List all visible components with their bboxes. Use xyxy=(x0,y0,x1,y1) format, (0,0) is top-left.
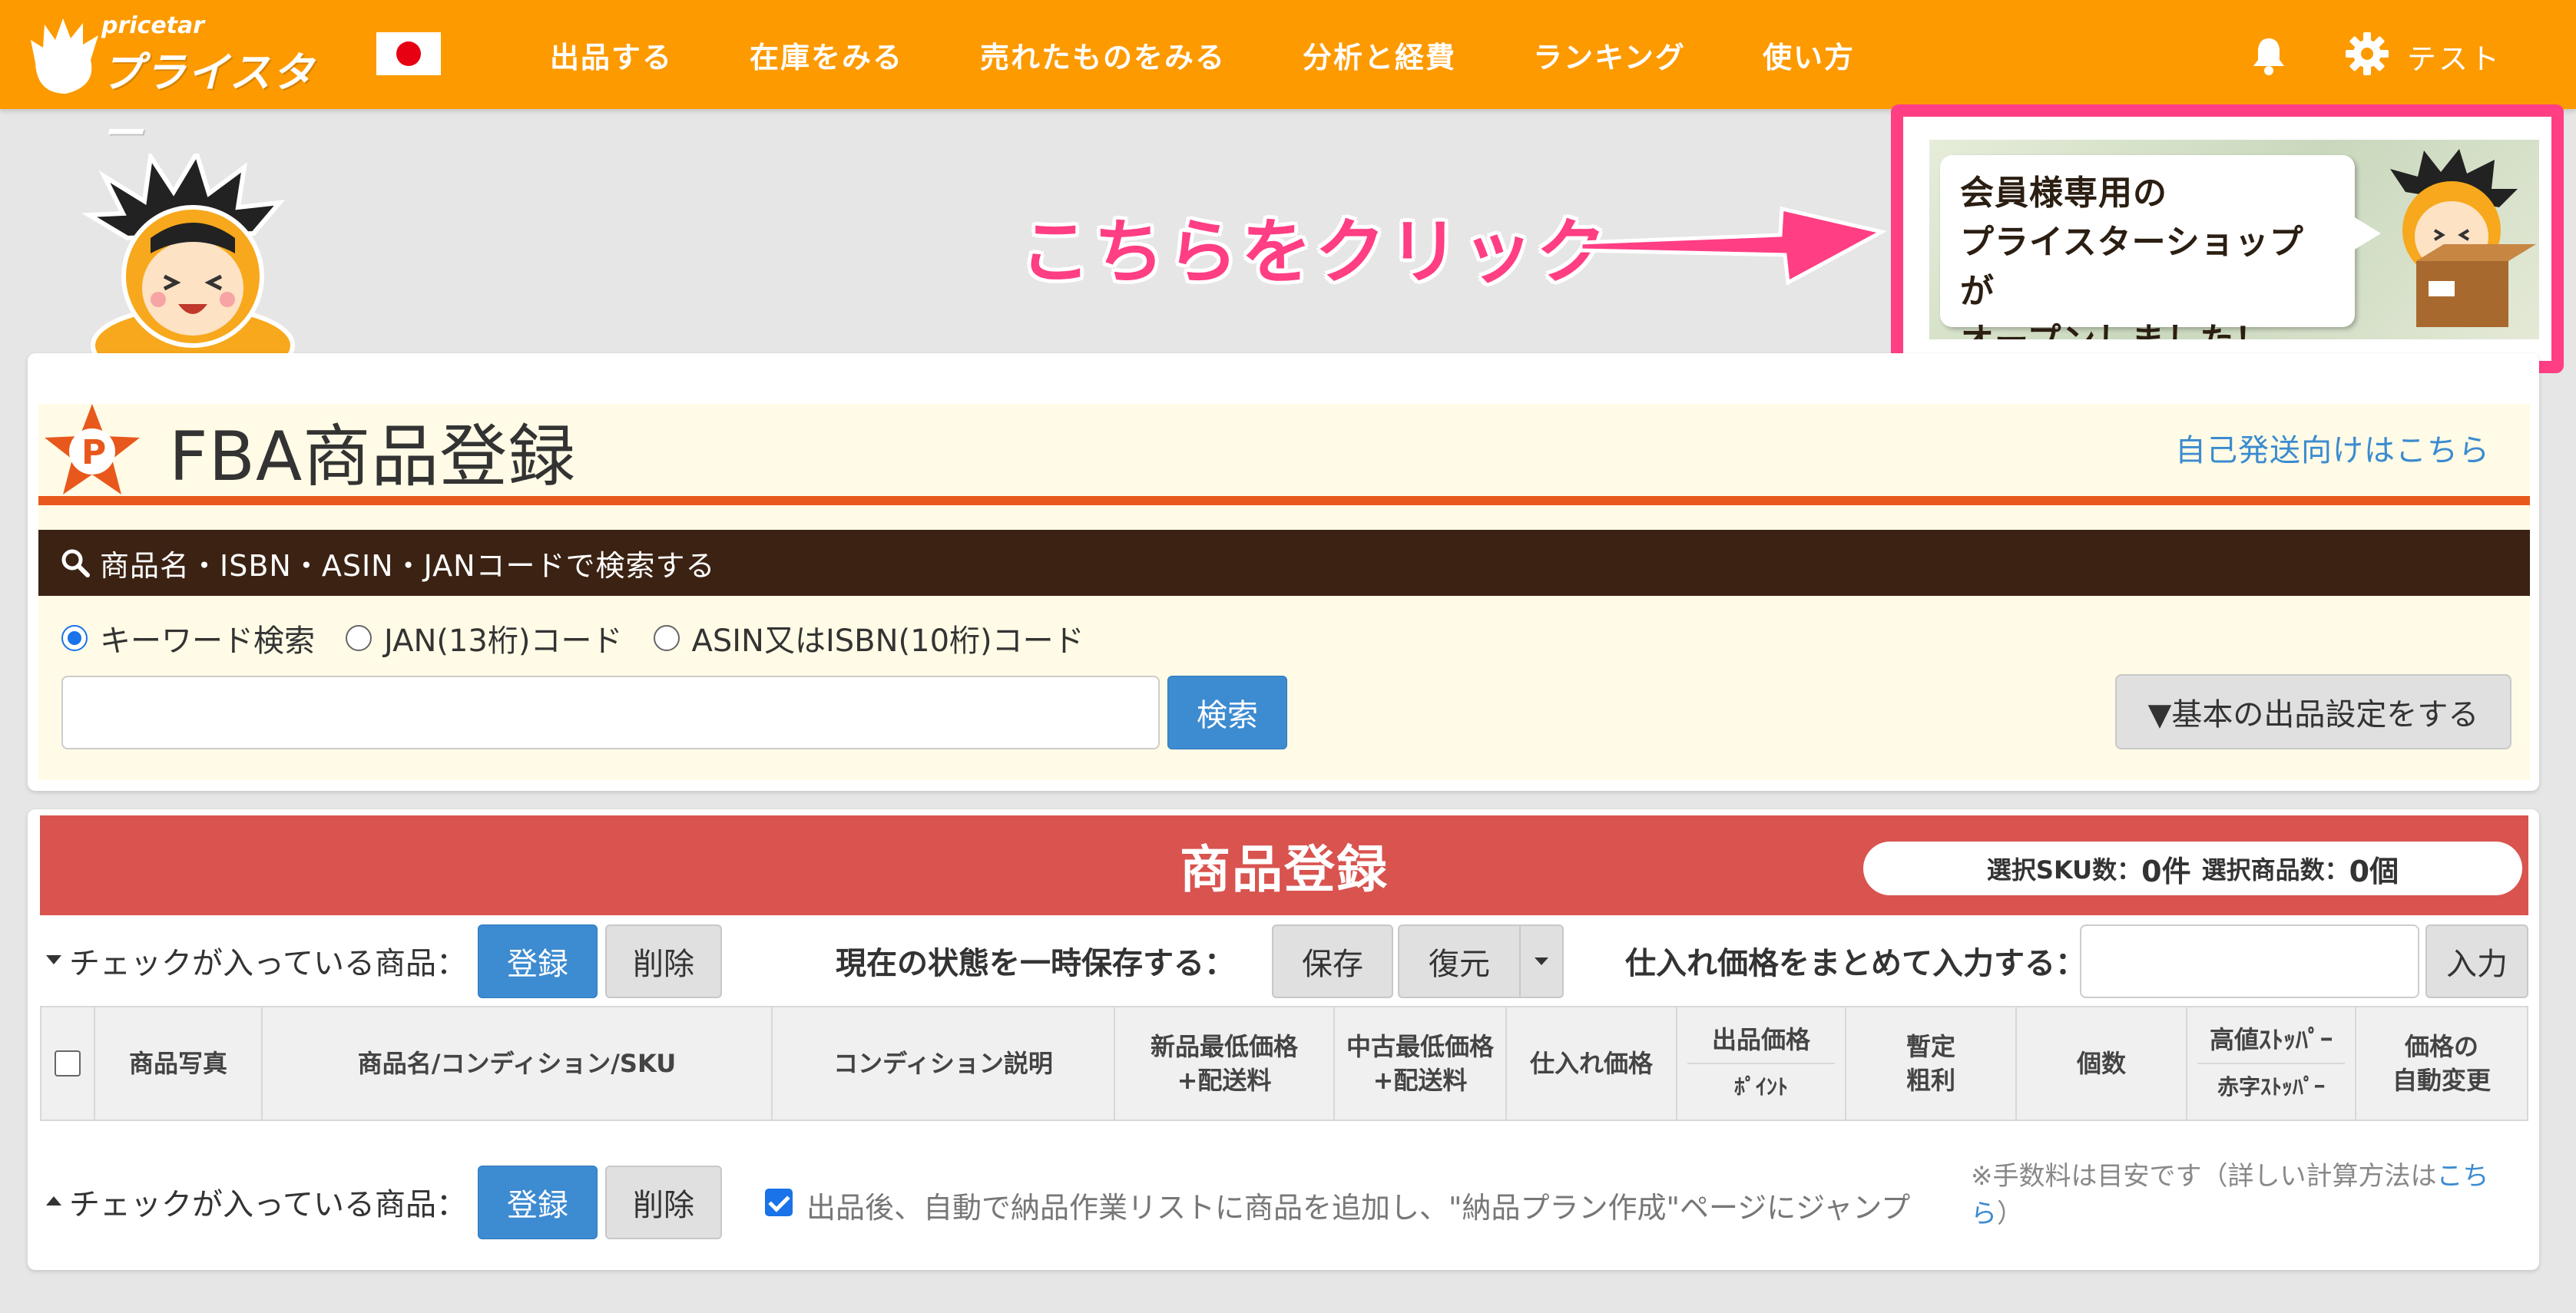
col-cost-price: 仕入れ価格 xyxy=(1507,1007,1677,1120)
default-listing-settings-button[interactable]: ▼基本の出品設定をする xyxy=(2115,674,2511,749)
sku-count-value: 0件 xyxy=(2141,854,2191,888)
product-table-header: 商品写真 商品名/コンディション/SKU コンディション説明 新品最低価格 +配… xyxy=(40,1006,2528,1121)
auto-add-label[interactable]: 出品後、自動で納品作業リストに商品を追加し、"納品プラン作成"ページにジャンプ xyxy=(806,1184,1910,1226)
auto-add-checkbox[interactable] xyxy=(765,1189,793,1216)
bottom-action-row: チェックが入っている商品： 登録 削除 出品後、自動で納品作業リストに商品を追加… xyxy=(40,1163,2528,1242)
top-nav-bar: pricetar プライスター 出品する 在庫をみる 売れたものをみる 分析と経… xyxy=(0,0,2576,157)
search-icon xyxy=(61,549,90,577)
col-new-min-price: 新品最低価格 +配送料 xyxy=(1115,1007,1335,1120)
nav-sold-items[interactable]: 売れたものをみる xyxy=(980,34,1226,76)
restore-dropdown[interactable] xyxy=(1519,924,1564,998)
restore-button[interactable]: 復元 xyxy=(1398,924,1521,998)
col-condition-note: コンディション説明 xyxy=(773,1007,1115,1120)
radio-jan[interactable] xyxy=(346,625,372,651)
search-button[interactable]: 検索 xyxy=(1167,676,1287,749)
bell-icon[interactable] xyxy=(2247,34,2290,77)
caret-up-icon xyxy=(46,1196,61,1206)
col-quantity: 個数 xyxy=(2017,1007,2187,1120)
mascot-illustration xyxy=(81,154,295,355)
col-photo: 商品写真 xyxy=(95,1007,263,1120)
col-used-min-price: 中古最低価格 +配送料 xyxy=(1335,1007,1507,1120)
item-count-value: 0個 xyxy=(2349,854,2399,888)
nav-how-to[interactable]: 使い方 xyxy=(1763,34,1855,76)
sku-count-label: 選択SKU数： xyxy=(1986,855,2142,885)
arrow-right-icon xyxy=(1581,206,1888,286)
top-action-row: チェックが入っている商品： 登録 削除 現在の状態を一時保存する： 保存 復元 … xyxy=(40,921,2528,1001)
select-all-checkbox[interactable] xyxy=(55,1050,81,1077)
col-name-condition-sku: 商品名/コンディション/SKU xyxy=(263,1007,773,1120)
fba-registration-panel: P FBA商品登録 自己発送向けはこちら 商品名・ISBN・ASIN・JANコー… xyxy=(28,353,2539,791)
radio-keyword[interactable] xyxy=(61,625,88,651)
col-provisional-profit: 暫定 粗利 xyxy=(1846,1007,2017,1120)
checked-items-label-bottom: チェックが入っている商品： xyxy=(69,1187,467,1222)
radio-asin-label[interactable]: ASIN又はISBN(10桁)コード xyxy=(692,616,1084,660)
radio-asin[interactable] xyxy=(653,625,680,651)
nav-analytics[interactable]: 分析と経費 xyxy=(1303,34,1456,76)
delete-button-bottom[interactable]: 削除 xyxy=(605,1166,722,1239)
bulk-price-input[interactable] xyxy=(2080,924,2419,998)
banner-line: プライスターショップが xyxy=(1960,223,2304,311)
main-nav: 出品する 在庫をみる 売れたものをみる 分析と経費 ランキング 使い方 xyxy=(550,0,1932,109)
user-menu[interactable]: テスト xyxy=(2407,35,2502,78)
search-input[interactable] xyxy=(61,676,1160,749)
nav-inventory[interactable]: 在庫をみる xyxy=(750,34,903,76)
item-count-label: 選択商品数： xyxy=(2201,855,2349,885)
radio-jan-label[interactable]: JAN(13桁)コード xyxy=(384,616,623,660)
logo-big-text: プライスター xyxy=(101,48,316,157)
japan-flag-icon[interactable] xyxy=(376,32,441,75)
banner-line: オープンしました！ xyxy=(1960,316,2335,339)
registration-header: 商品登録 選択SKU数： 0件 選択商品数： 0個 xyxy=(40,815,2528,915)
logo-small-text: pricetar xyxy=(101,12,205,39)
gear-icon[interactable] xyxy=(2344,31,2390,77)
checked-items-label: チェックが入っている商品： xyxy=(69,946,467,981)
caret-down-icon xyxy=(1535,957,1548,965)
search-section-header: 商品名・ISBN・ASIN・JANコードで検索する xyxy=(38,530,2530,596)
register-button-bottom[interactable]: 登録 xyxy=(478,1166,598,1239)
save-button[interactable]: 保存 xyxy=(1272,924,1393,998)
select-all-cell xyxy=(41,1007,95,1120)
banner-line: 会員様専用の xyxy=(1960,174,2167,213)
p-star-icon: P xyxy=(45,404,140,494)
svg-text:P: P xyxy=(81,433,106,472)
annotation-highlight-frame: 会員様専用の プライスターショップが オープンしました！ xyxy=(1891,104,2564,373)
selection-count-badge: 選択SKU数： 0件 選択商品数： 0個 xyxy=(1863,842,2522,895)
col-listing-price: 出品価格 ﾎﾟｲﾝﾄ xyxy=(1677,1007,1846,1120)
page-title: FBA商品登録 xyxy=(169,417,577,496)
bulk-price-label: 仕入れ価格をまとめて入力する： xyxy=(1625,946,2086,981)
search-type-radios: キーワード検索 JAN(13桁)コード ASIN又はISBN(10桁)コード xyxy=(61,616,1115,660)
banner-mascot-with-box xyxy=(2390,149,2536,327)
col-auto-price: 価格の 自動変更 xyxy=(2392,1032,2491,1095)
product-registration-panel: 商品登録 選択SKU数： 0件 選択商品数： 0個 チェックが入っている商品： … xyxy=(28,809,2539,1270)
pricetar-shop-banner[interactable]: 会員様専用の プライスターショップが オープンしました！ xyxy=(1929,140,2539,339)
pricetar-logo[interactable]: pricetar プライスター xyxy=(28,11,350,157)
search-section-label: 商品名・ISBN・ASIN・JANコードで検索する xyxy=(100,548,716,583)
banner-speech-bubble: 会員様専用の プライスターショップが オープンしました！ xyxy=(1940,155,2381,339)
caret-down-icon xyxy=(46,955,61,964)
col-stoppers: 高値ｽﾄｯﾊﾟｰ 赤字ｽﾄｯﾊﾟｰ xyxy=(2187,1007,2356,1120)
radio-keyword-label[interactable]: キーワード検索 xyxy=(100,616,315,660)
self-shipping-link[interactable]: 自己発送向けはこちら xyxy=(2175,425,2490,470)
register-button[interactable]: 登録 xyxy=(478,924,598,998)
title-divider xyxy=(38,496,2530,505)
logo-mascot-icon xyxy=(31,18,98,94)
click-here-annotation: こちらをクリック xyxy=(1020,211,1611,293)
nav-ranking[interactable]: ランキング xyxy=(1533,34,1686,76)
delete-button[interactable]: 削除 xyxy=(605,924,722,998)
nav-listing[interactable]: 出品する xyxy=(550,34,673,76)
save-state-label: 現在の状態を一時保存する： xyxy=(836,946,1235,981)
apply-price-button[interactable]: 入力 xyxy=(2425,924,2528,998)
